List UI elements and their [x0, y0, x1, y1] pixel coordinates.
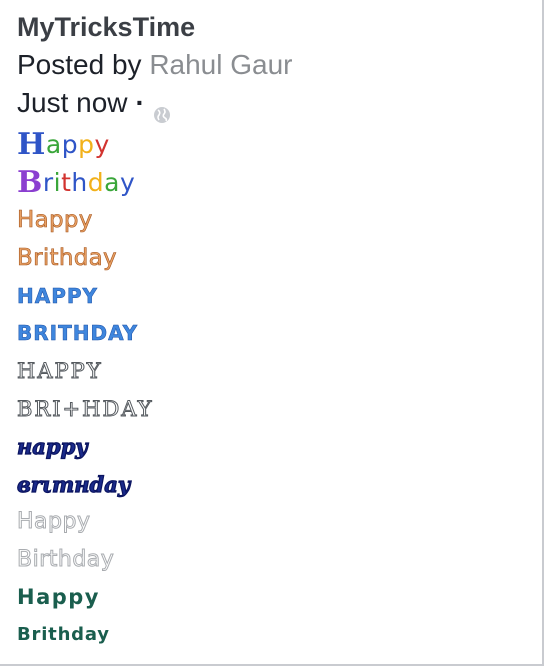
styled-line-2: B rithday	[17, 164, 537, 202]
line2-letter: a	[104, 168, 120, 198]
line2-letter: y	[119, 168, 136, 198]
posted-by-label: Posted by	[17, 49, 142, 80]
post-meta: Just now ·	[17, 84, 537, 123]
author-link[interactable]: Rahul Gaur	[149, 49, 292, 80]
line2-letter: r	[42, 168, 54, 198]
globe-icon[interactable]	[153, 96, 171, 123]
styled-line-9: нappy	[16, 433, 88, 459]
styled-line-7: HAPPY	[17, 358, 103, 383]
line2-letter: t	[61, 168, 72, 198]
line1-cap-letter: H	[17, 127, 46, 163]
posted-by-line: Posted by Rahul Gaur	[17, 46, 537, 84]
styled-line-11: Happy	[17, 509, 91, 535]
page-name-link[interactable]: MyTricksTime	[17, 8, 537, 46]
line2-letter: d	[87, 168, 105, 198]
styled-line-6: BRITHDAY	[17, 321, 139, 346]
meta-separator: ·	[135, 87, 145, 118]
styled-line-10: вrιтнday	[16, 471, 131, 497]
styled-line-3: Happy	[17, 207, 93, 234]
styled-line-4: Brithday	[17, 244, 117, 272]
styled-line-8: BRI+HDAY	[17, 396, 154, 421]
line2-letter: h	[71, 168, 88, 198]
line2-letters: rithday	[43, 168, 135, 197]
post-timestamp[interactable]: Just now	[17, 84, 128, 122]
line1-letters: appy	[46, 130, 110, 159]
styled-line-14: Brithday	[17, 624, 110, 646]
post-content: MyTricksTime Posted by Rahul Gaur Just n…	[16, 8, 537, 654]
styled-line-12: Birthday	[17, 546, 115, 572]
line1-letter: p	[61, 130, 79, 160]
line2-cap-letter: B	[17, 165, 43, 201]
styled-line-1: H appy	[17, 126, 537, 164]
line2-letter: i	[53, 168, 62, 198]
styled-line-5: HAPPY	[17, 283, 99, 308]
line1-letter: y	[94, 130, 110, 160]
styled-text-list: H appy B rithday Happy Brithday HAPPY BR…	[16, 126, 537, 654]
styled-line-13: Happy	[17, 585, 100, 610]
line1-letter: p	[78, 130, 95, 160]
line1-letter: a	[45, 130, 62, 160]
